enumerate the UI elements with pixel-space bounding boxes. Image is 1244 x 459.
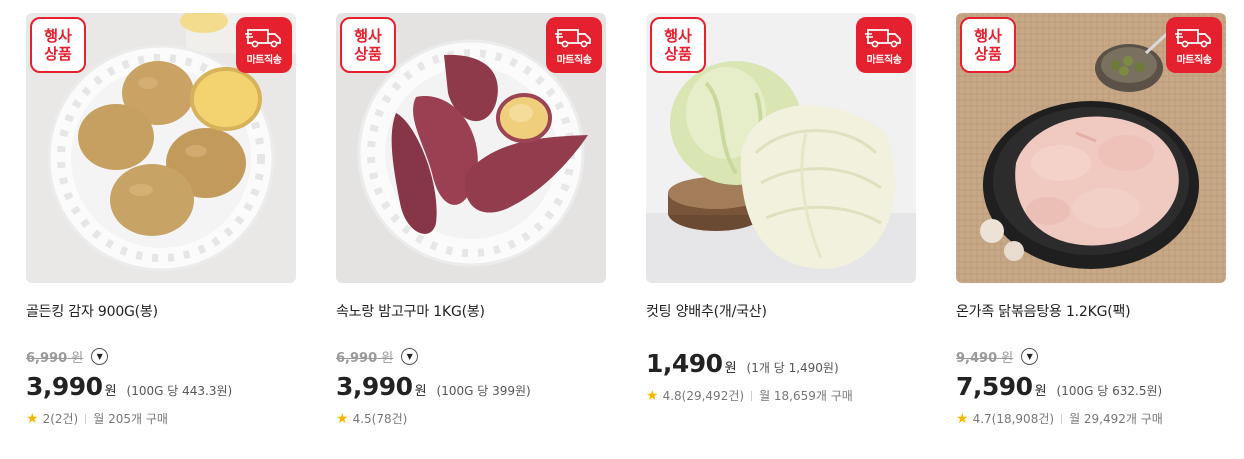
- product-image[interactable]: 행사 상품 마트직송: [646, 13, 916, 283]
- chevron-down-icon[interactable]: ▼: [1021, 347, 1039, 365]
- event-badge-line1: 행사: [354, 27, 382, 45]
- rating-row: ★ 4.5 (78건): [336, 410, 407, 427]
- star-icon: ★: [956, 410, 969, 427]
- original-price-row: 6,990 원 ▼: [26, 346, 109, 366]
- unit-price: (100G 당 443.3원): [126, 384, 233, 398]
- delivery-truck-icon: [1175, 28, 1211, 47]
- event-badge-line2: 상품: [354, 45, 382, 63]
- rating-value: 2: [42, 411, 51, 426]
- mart-delivery-label: 마트직송: [246, 54, 282, 66]
- event-badge-line2: 상품: [974, 45, 1002, 63]
- divider: [751, 390, 753, 401]
- price-currency: 원: [1034, 384, 1047, 399]
- star-icon: ★: [646, 387, 659, 404]
- sale-price-row: 7,590 원 (100G 당 632.5원): [956, 372, 1162, 401]
- rating-row: ★ 2 (2건) 월 205개 구매: [26, 410, 168, 427]
- event-badge-line1: 행사: [664, 27, 692, 45]
- product-card[interactable]: 행사 상품 마트직송 골든킹 감자 900G(봉) 6,990 원 ▼ 3,99…: [26, 13, 296, 453]
- original-price: 6,990 원: [336, 350, 394, 366]
- product-name[interactable]: 온가족 닭볶음탕용 1.2KG(팩): [956, 301, 1131, 321]
- sale-price-row: 1,490 원 (1개 당 1,490원): [646, 349, 839, 378]
- monthly-sales: 월 29,492개 구매: [1069, 412, 1163, 426]
- product-name[interactable]: 골든킹 감자 900G(봉): [26, 301, 158, 321]
- product-card[interactable]: 행사 상품 마트직송 컷팅 양배추(개/국산) 1,490 원 (1개 당 1,…: [646, 13, 916, 453]
- unit-price: (1개 당 1,490원): [746, 361, 839, 375]
- mart-delivery-badge: 마트직송: [856, 17, 912, 73]
- sale-price-row: 3,990 원 (100G 당 443.3원): [26, 372, 232, 401]
- delivery-truck-icon: [865, 28, 901, 47]
- sale-price: 3,990: [26, 372, 103, 401]
- original-price: 9,490 원: [956, 350, 1014, 366]
- star-icon: ★: [26, 410, 39, 427]
- event-product-badge: 행사 상품: [960, 17, 1016, 73]
- event-product-badge: 행사 상품: [30, 17, 86, 73]
- mart-delivery-label: 마트직송: [1176, 54, 1212, 66]
- star-icon: ★: [336, 410, 349, 427]
- event-badge-line2: 상품: [44, 45, 72, 63]
- review-count: (18,908건): [991, 412, 1055, 426]
- monthly-sales: 월 205개 구매: [93, 412, 168, 426]
- product-card[interactable]: 행사 상품 마트직송 속노랑 밤고구마 1KG(봉) 6,990 원 ▼ 3,9…: [336, 13, 606, 453]
- event-badge-line1: 행사: [44, 27, 72, 45]
- sale-price: 3,990: [336, 372, 413, 401]
- price-currency: 원: [414, 384, 427, 399]
- event-badge-line2: 상품: [664, 45, 692, 63]
- original-price-row: 6,990 원 ▼: [336, 346, 419, 366]
- divider: [85, 413, 87, 424]
- mart-delivery-label: 마트직송: [556, 54, 592, 66]
- divider: [1061, 413, 1063, 424]
- price-currency: 원: [724, 361, 737, 376]
- product-image[interactable]: 행사 상품 마트직송: [26, 13, 296, 283]
- rating-row: ★ 4.7 (18,908건) 월 29,492개 구매: [956, 410, 1163, 427]
- mart-delivery-badge: 마트직송: [546, 17, 602, 73]
- mart-delivery-badge: 마트직송: [236, 17, 292, 73]
- chevron-down-icon[interactable]: ▼: [401, 347, 419, 365]
- event-product-badge: 행사 상품: [650, 17, 706, 73]
- product-image[interactable]: 행사 상품 마트직송: [956, 13, 1226, 283]
- price-currency: 원: [104, 384, 117, 399]
- review-count: (78건): [371, 412, 408, 426]
- unit-price: (100G 당 399원): [436, 384, 531, 398]
- rating-row: ★ 4.8 (29,492건) 월 18,659개 구매: [646, 387, 853, 404]
- review-count: (2건): [50, 412, 79, 426]
- delivery-truck-icon: [555, 28, 591, 47]
- sale-price: 7,590: [956, 372, 1033, 401]
- mart-delivery-label: 마트직송: [866, 54, 902, 66]
- chevron-down-icon[interactable]: ▼: [91, 347, 109, 365]
- rating-value: 4.7: [972, 411, 992, 426]
- product-grid: 행사 상품 마트직송 골든킹 감자 900G(봉) 6,990 원 ▼ 3,99…: [26, 13, 1226, 453]
- sale-price: 1,490: [646, 349, 723, 378]
- original-price: 6,990 원: [26, 350, 84, 366]
- unit-price: (100G 당 632.5원): [1056, 384, 1163, 398]
- monthly-sales: 월 18,659개 구매: [759, 389, 853, 403]
- delivery-truck-icon: [245, 28, 281, 47]
- original-price-row: 9,490 원 ▼: [956, 346, 1039, 366]
- sale-price-row: 3,990 원 (100G 당 399원): [336, 372, 531, 401]
- mart-delivery-badge: 마트직송: [1166, 17, 1222, 73]
- review-count: (29,492건): [681, 389, 745, 403]
- rating-value: 4.8: [662, 388, 682, 403]
- rating-value: 4.5: [352, 411, 372, 426]
- product-name[interactable]: 컷팅 양배추(개/국산): [646, 301, 767, 321]
- product-card[interactable]: 행사 상품 마트직송 온가족 닭볶음탕용 1.2KG(팩) 9,490 원 ▼ …: [956, 13, 1226, 453]
- event-product-badge: 행사 상품: [340, 17, 396, 73]
- event-badge-line1: 행사: [974, 27, 1002, 45]
- product-name[interactable]: 속노랑 밤고구마 1KG(봉): [336, 301, 485, 321]
- product-image[interactable]: 행사 상품 마트직송: [336, 13, 606, 283]
